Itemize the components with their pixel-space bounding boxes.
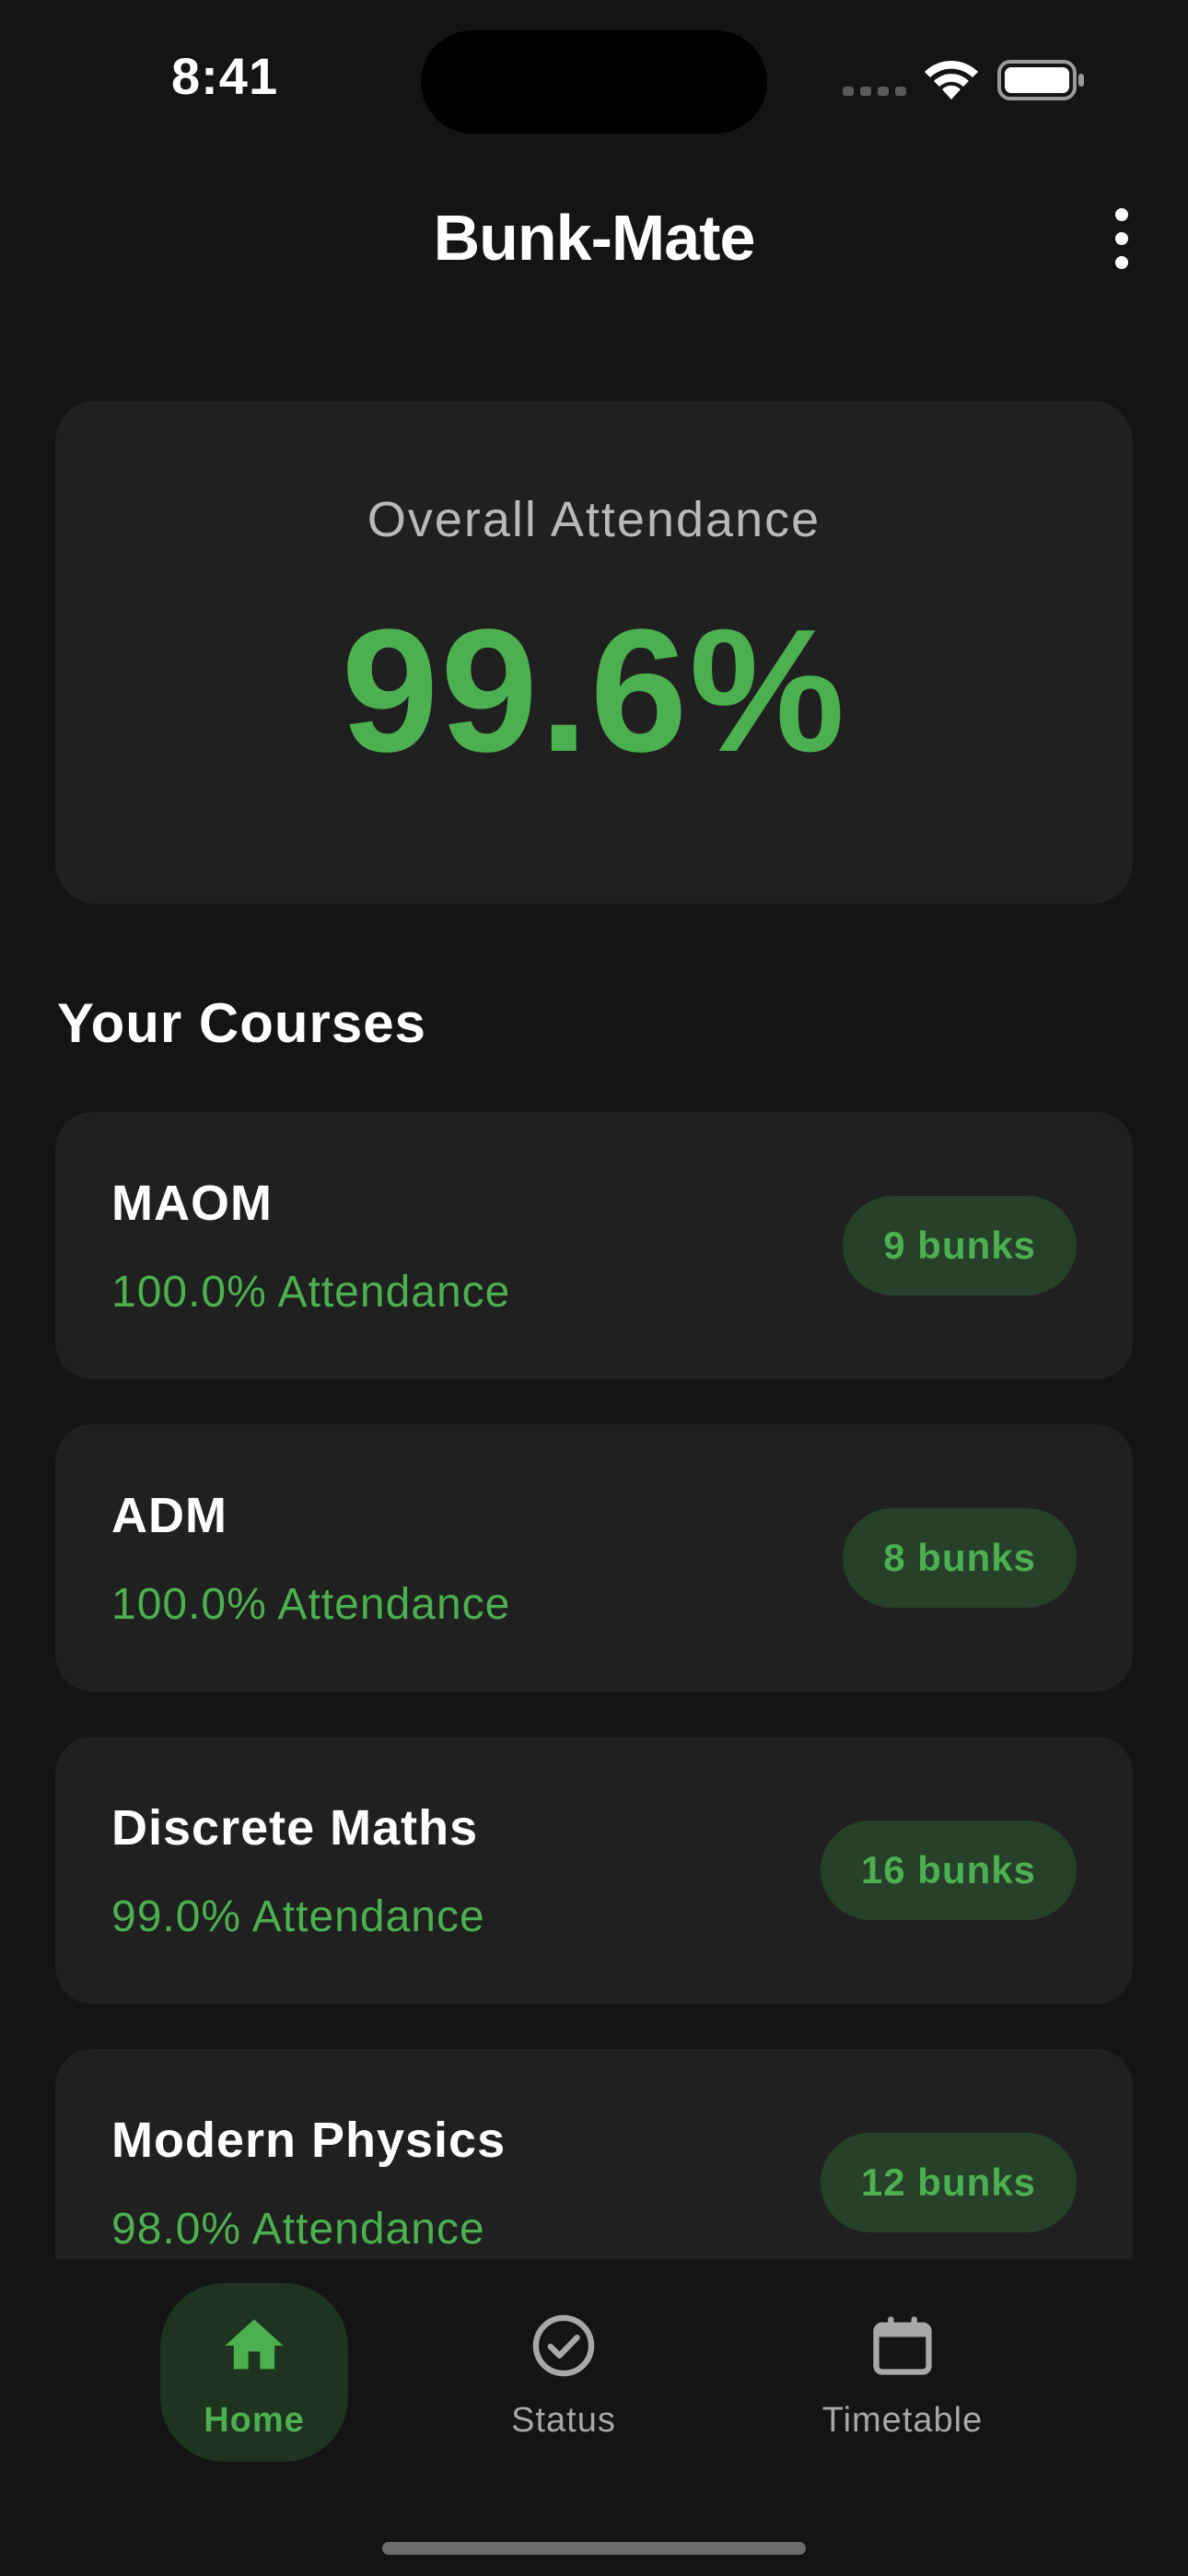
course-card[interactable]: ADM 100.0% Attendance 8 bunks (55, 1424, 1133, 1692)
nav-timetable[interactable]: Timetable (810, 2283, 995, 2462)
battery-icon (997, 60, 1084, 100)
nav-status-label: Status (511, 2401, 616, 2440)
bottom-navigation: Home Status Timetable (0, 2259, 1188, 2576)
course-card[interactable]: Modern Physics 98.0% Attendance 12 bunks (55, 2049, 1133, 2259)
bunks-badge: 12 bunks (820, 2133, 1077, 2232)
course-attendance: 100.0% Attendance (111, 1268, 511, 1317)
bunks-badge: 9 bunks (843, 1196, 1077, 1295)
course-attendance: 100.0% Attendance (111, 1580, 511, 1629)
course-name: ADM (111, 1488, 227, 1543)
course-card[interactable]: Discrete Maths 99.0% Attendance 16 bunks (55, 1737, 1133, 2004)
bunks-badge: 16 bunks (820, 1821, 1077, 1920)
overall-attendance-card: Overall Attendance 99.6% (55, 401, 1133, 904)
nav-status[interactable]: Status (472, 2283, 656, 2462)
app-title: Bunk-Mate (433, 202, 756, 274)
nav-home[interactable]: Home (160, 2283, 348, 2462)
course-name: Discrete Maths (111, 1800, 479, 1856)
overall-attendance-value: 99.6% (341, 593, 847, 789)
course-card[interactable]: MAOM 100.0% Attendance 9 bunks (55, 1112, 1133, 1379)
course-list[interactable]: MAOM 100.0% Attendance 9 bunks ADM 100.0… (55, 1112, 1133, 2259)
section-title: Your Courses (57, 992, 426, 1054)
status-bar: 8:41 (0, 0, 1188, 157)
dynamic-island (421, 30, 767, 134)
course-name: Modern Physics (111, 2113, 507, 2168)
home-icon (225, 2319, 284, 2370)
more-vert-icon[interactable] (1105, 208, 1138, 269)
status-time: 8:41 (171, 47, 279, 105)
home-indicator[interactable] (382, 2542, 806, 2555)
calendar-icon (873, 2316, 932, 2375)
course-attendance: 98.0% Attendance (111, 2205, 485, 2254)
course-attendance: 99.0% Attendance (111, 1892, 485, 1941)
nav-timetable-label: Timetable (821, 2401, 984, 2440)
bunks-badge: 8 bunks (843, 1508, 1077, 1608)
overall-attendance-label: Overall Attendance (367, 492, 821, 547)
nav-home-label: Home (204, 2401, 305, 2440)
wifi-icon (925, 60, 978, 100)
course-name: MAOM (111, 1176, 273, 1231)
check-circle-icon (532, 2314, 595, 2377)
cellular-signal-icon (843, 87, 906, 96)
